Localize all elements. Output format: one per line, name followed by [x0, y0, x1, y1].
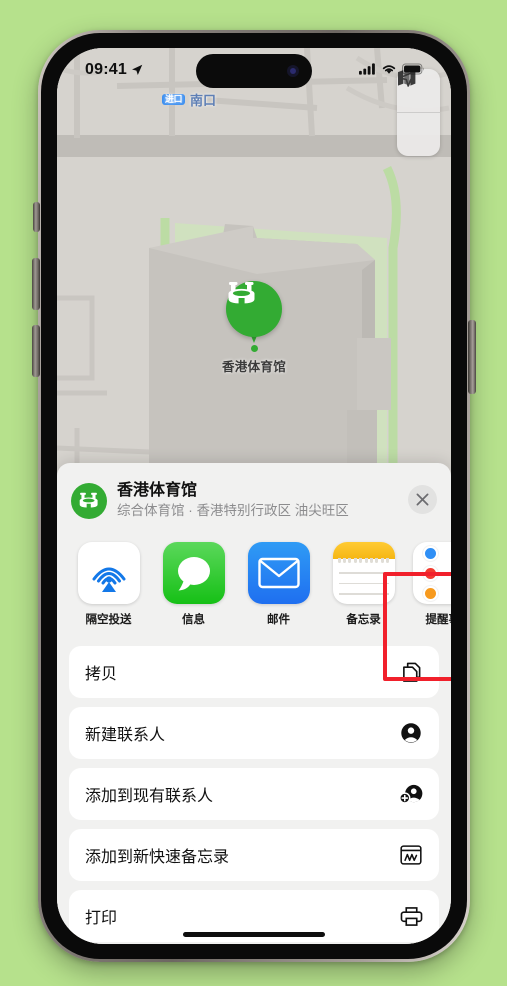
cellular-bars-icon [359, 63, 375, 75]
map-vector [57, 48, 451, 508]
app-label: 提醒事项 [425, 614, 452, 627]
chat-bubble-glyph [177, 557, 210, 591]
app-label: 隔空投送 [85, 614, 132, 627]
action-label: 添加到现有联系人 [85, 788, 214, 806]
share-app-notes[interactable]: 备忘录 [332, 542, 395, 627]
pin-marker [225, 281, 282, 343]
screenshot-stage: 进口 南口 香港体育馆 09:41 香港体育馆 综合体育馆 · 香港特别行政区 … [0, 0, 507, 986]
status-bar: 09:41 [57, 48, 451, 96]
airdrop-glyph [92, 567, 125, 593]
mail-icon [247, 542, 310, 605]
wifi-icon [382, 65, 396, 74]
action-label: 添加到新快速备忘录 [85, 849, 230, 867]
action-label: 新建联系人 [85, 727, 166, 745]
volume-down-button[interactable] [32, 325, 40, 377]
notes-band [332, 542, 395, 560]
share-sheet: 香港体育馆 综合体育馆 · 香港特别行政区 油尖旺区 隔空投送 信息 邮件 备忘… [57, 463, 451, 944]
person-circle-icon [399, 721, 423, 745]
action-card: 添加到现有联系人 [69, 768, 439, 821]
home-indicator[interactable] [183, 932, 325, 937]
airdrop-icon [77, 542, 140, 605]
copy-icon [399, 660, 423, 684]
envelope-glyph [257, 558, 300, 589]
dynamic-island [196, 54, 312, 88]
action-label: 打印 [85, 910, 118, 928]
action-label: 拷贝 [85, 666, 118, 684]
app-label: 信息 [182, 614, 205, 627]
printer-icon [399, 904, 423, 928]
map-poi-label: 香港体育馆 [221, 360, 287, 374]
power-button[interactable] [468, 320, 476, 394]
map-pin[interactable]: 香港体育馆 [222, 281, 286, 375]
stadium-icon [228, 282, 255, 304]
notes-icon [332, 542, 395, 605]
battery-full-icon [402, 63, 424, 75]
location-arrow-icon [131, 64, 143, 75]
reminders-icon [412, 542, 451, 605]
action-card: 新建联系人 [69, 707, 439, 760]
share-sheet-header: 香港体育馆 综合体育馆 · 香港特别行政区 油尖旺区 [57, 463, 451, 520]
share-app-row: 隔空投送 信息 邮件 备忘录 提醒 [57, 520, 451, 627]
app-label: 备忘录 [346, 614, 381, 627]
action-card: 添加到新快速备忘录 [69, 829, 439, 882]
phone-screen: 进口 南口 香港体育馆 09:41 香港体育馆 综合体育馆 · 香港特别行政区 … [57, 48, 451, 944]
share-action-list: 拷贝 新建联系人 添加到现有联系人 添加到新快速备忘录 打印 [57, 646, 451, 943]
quick-note-icon [399, 843, 423, 867]
action-row-copy[interactable]: 拷贝 [69, 646, 439, 698]
stadium-icon [79, 492, 98, 508]
share-app-mail[interactable]: 邮件 [247, 542, 310, 627]
volume-up-button[interactable] [32, 258, 40, 310]
action-card: 拷贝 [69, 646, 439, 699]
avatar [71, 483, 107, 519]
action-row-add-existing-contact[interactable]: 添加到现有联系人 [69, 768, 439, 820]
close-x-icon [416, 493, 429, 506]
share-app-airdrop[interactable]: 隔空投送 [77, 542, 140, 627]
share-app-reminders[interactable]: 提醒事项 [412, 542, 452, 627]
messages-icon [162, 542, 225, 605]
notes-perforations [333, 558, 395, 564]
status-time: 09:41 [85, 61, 127, 78]
page-subtitle: 综合体育馆 · 香港特别行政区 油尖旺区 [117, 503, 349, 518]
action-row-quick-note[interactable]: 添加到新快速备忘录 [69, 829, 439, 881]
action-row-new-contact[interactable]: 新建联系人 [69, 707, 439, 759]
page-title: 香港体育馆 [117, 482, 198, 499]
locate-me-button[interactable] [397, 71, 440, 156]
front-camera [287, 65, 299, 77]
silent-switch[interactable] [33, 202, 40, 232]
app-label: 邮件 [267, 614, 290, 627]
person-add-icon [399, 782, 423, 806]
close-button[interactable] [408, 485, 437, 514]
share-app-messages[interactable]: 信息 [162, 542, 225, 627]
pin-anchor-dot [250, 345, 258, 352]
